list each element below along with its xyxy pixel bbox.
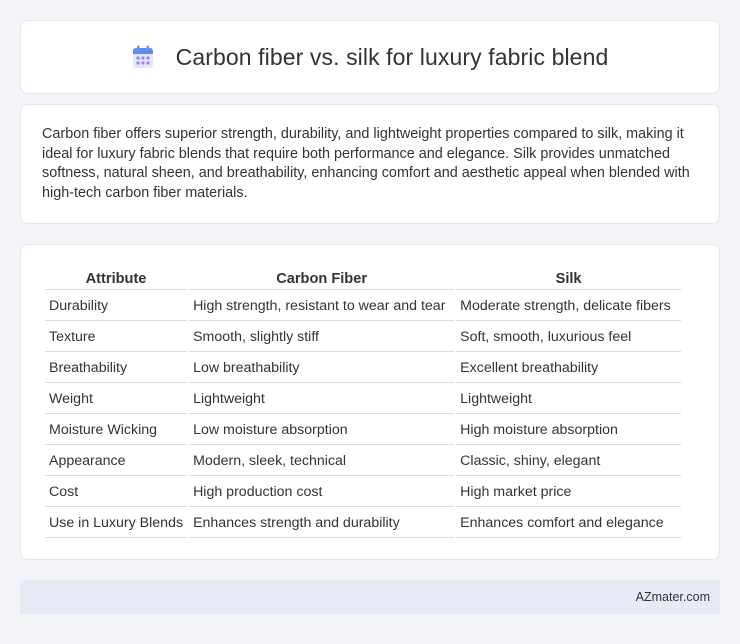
row-carbon-fiber: Lightweight bbox=[189, 385, 455, 414]
header-silk: Silk bbox=[456, 269, 681, 290]
table-row: Use in Luxury Blends Enhances strength a… bbox=[45, 509, 681, 538]
table-row: Breathability Low breathability Excellen… bbox=[45, 354, 681, 383]
comparison-table: Attribute Carbon Fiber Silk Durability H… bbox=[43, 267, 683, 540]
calendar-icon bbox=[132, 45, 154, 69]
table-row: Weight Lightweight Lightweight bbox=[45, 385, 681, 414]
row-attribute: Texture bbox=[45, 323, 188, 352]
row-attribute: Durability bbox=[45, 292, 188, 321]
comparison-table-card: Attribute Carbon Fiber Silk Durability H… bbox=[20, 244, 720, 560]
row-silk: Enhances comfort and elegance bbox=[456, 509, 681, 538]
footer: AZmater.com bbox=[20, 580, 720, 614]
row-carbon-fiber: High strength, resistant to wear and tea… bbox=[189, 292, 455, 321]
row-silk: Classic, shiny, elegant bbox=[456, 447, 681, 476]
row-silk: Lightweight bbox=[456, 385, 681, 414]
row-attribute: Cost bbox=[45, 478, 188, 507]
row-carbon-fiber: Modern, sleek, technical bbox=[189, 447, 455, 476]
row-carbon-fiber: High production cost bbox=[189, 478, 455, 507]
row-silk: High moisture absorption bbox=[456, 416, 681, 445]
row-carbon-fiber: Low breathability bbox=[189, 354, 455, 383]
row-attribute: Moisture Wicking bbox=[45, 416, 188, 445]
header-carbon-fiber: Carbon Fiber bbox=[189, 269, 455, 290]
table-header-row: Attribute Carbon Fiber Silk bbox=[45, 269, 681, 290]
row-silk: Moderate strength, delicate fibers bbox=[456, 292, 681, 321]
row-attribute: Breathability bbox=[45, 354, 188, 383]
header-attribute: Attribute bbox=[45, 269, 188, 290]
table-row: Durability High strength, resistant to w… bbox=[45, 292, 681, 321]
table-row: Cost High production cost High market pr… bbox=[45, 478, 681, 507]
row-attribute: Use in Luxury Blends bbox=[45, 509, 188, 538]
summary-text: Carbon fiber offers superior strength, d… bbox=[42, 126, 690, 201]
row-silk: High market price bbox=[456, 478, 681, 507]
row-attribute: Appearance bbox=[45, 447, 188, 476]
page-title: Carbon fiber vs. silk for luxury fabric … bbox=[175, 43, 609, 70]
row-silk: Soft, smooth, luxurious feel bbox=[456, 323, 681, 352]
table-row: Texture Smooth, slightly stiff Soft, smo… bbox=[45, 323, 681, 352]
table-row: Moisture Wicking Low moisture absorption… bbox=[45, 416, 681, 445]
row-carbon-fiber: Smooth, slightly stiff bbox=[189, 323, 455, 352]
row-silk: Excellent breathability bbox=[456, 354, 681, 383]
row-attribute: Weight bbox=[45, 385, 188, 414]
table-row: Appearance Modern, sleek, technical Clas… bbox=[45, 447, 681, 476]
title-card: Carbon fiber vs. silk for luxury fabric … bbox=[20, 20, 720, 94]
footer-site-link[interactable]: AZmater.com bbox=[636, 590, 710, 604]
summary-card: Carbon fiber offers superior strength, d… bbox=[20, 104, 720, 224]
row-carbon-fiber: Low moisture absorption bbox=[189, 416, 455, 445]
row-carbon-fiber: Enhances strength and durability bbox=[189, 509, 455, 538]
